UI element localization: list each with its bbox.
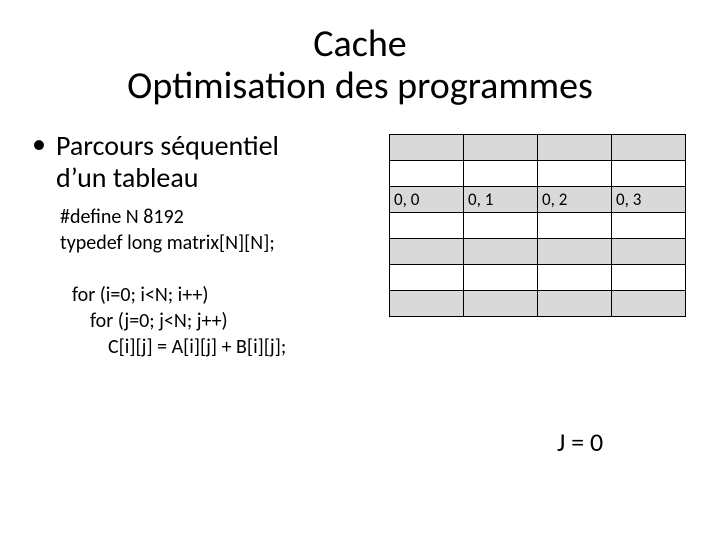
table-row bbox=[390, 212, 686, 238]
code-line: for (j=0; j<N; j++) bbox=[30, 308, 385, 334]
bullet-line-1: Parcours séquentiel bbox=[56, 128, 279, 163]
slide: Cache Optimisation des programmes Parcou… bbox=[0, 0, 720, 540]
table-row bbox=[390, 134, 686, 160]
title-line-2: Optimisation des programmes bbox=[127, 63, 593, 109]
grid-cell bbox=[538, 264, 612, 290]
bullet-line-2: d’un tableau bbox=[56, 160, 198, 195]
grid-cell bbox=[390, 290, 464, 316]
grid-cell: 0, 0 bbox=[390, 186, 464, 212]
table-row bbox=[390, 160, 686, 186]
grid-cell bbox=[612, 212, 686, 238]
memory-grid: 0, 0 0, 1 0, 2 0, 3 bbox=[389, 134, 686, 317]
grid-cell: 0, 2 bbox=[538, 186, 612, 212]
code-line: for (i=0; i<N; i++) bbox=[30, 282, 385, 308]
grid-cell bbox=[612, 264, 686, 290]
grid-cell bbox=[612, 134, 686, 160]
code-block: #define N 8192 typedef long matrix[N][N]… bbox=[30, 204, 385, 360]
bullet-list: Parcours séquentiel d’un tableau bbox=[30, 130, 385, 194]
grid-cell: 0, 3 bbox=[612, 186, 686, 212]
left-column: Parcours séquentiel d’un tableau #define… bbox=[30, 130, 385, 360]
grid-cell bbox=[538, 212, 612, 238]
j-counter-label: J = 0 bbox=[557, 426, 603, 458]
grid-cell bbox=[390, 134, 464, 160]
right-column: 0, 0 0, 1 0, 2 0, 3 bbox=[385, 130, 690, 360]
title-line-1: Cache bbox=[313, 21, 406, 67]
grid-cell bbox=[538, 290, 612, 316]
slide-title: Cache Optimisation des programmes bbox=[30, 24, 690, 108]
bullet-item: Parcours séquentiel d’un tableau bbox=[30, 130, 385, 194]
code-line: #define N 8192 bbox=[30, 204, 385, 230]
grid-cell bbox=[464, 160, 538, 186]
grid-cell bbox=[390, 264, 464, 290]
table-row bbox=[390, 290, 686, 316]
grid-cell: 0, 1 bbox=[464, 186, 538, 212]
grid-cell bbox=[612, 238, 686, 264]
grid-cell bbox=[464, 134, 538, 160]
grid-cell bbox=[464, 238, 538, 264]
grid-cell bbox=[612, 290, 686, 316]
grid-cell bbox=[464, 264, 538, 290]
code-line: C[i][j] = A[i][j] + B[i][j]; bbox=[30, 334, 385, 360]
grid-cell bbox=[464, 290, 538, 316]
grid-cell bbox=[464, 212, 538, 238]
grid-cell bbox=[538, 160, 612, 186]
table-row bbox=[390, 264, 686, 290]
grid-cell bbox=[390, 160, 464, 186]
grid-cell bbox=[390, 212, 464, 238]
grid-cell bbox=[538, 134, 612, 160]
code-blank bbox=[30, 256, 385, 282]
code-line: typedef long matrix[N][N]; bbox=[30, 230, 385, 256]
grid-cell bbox=[612, 160, 686, 186]
content-area: Parcours séquentiel d’un tableau #define… bbox=[30, 130, 690, 360]
grid-cell bbox=[538, 238, 612, 264]
grid-cell bbox=[390, 238, 464, 264]
table-row: 0, 0 0, 1 0, 2 0, 3 bbox=[390, 186, 686, 212]
table-row bbox=[390, 238, 686, 264]
